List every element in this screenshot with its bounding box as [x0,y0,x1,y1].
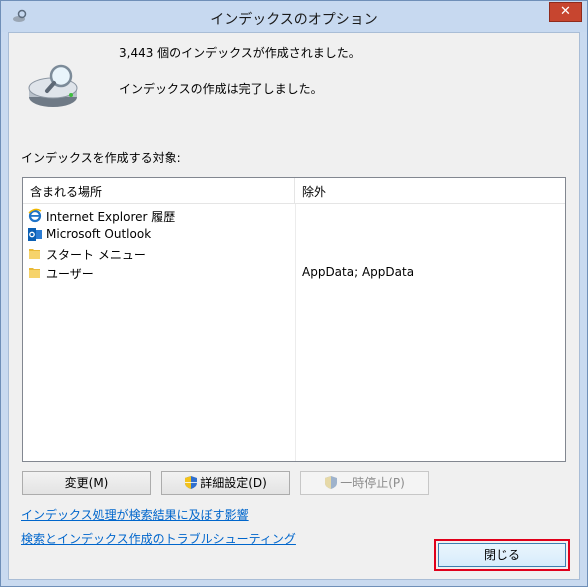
index-locations-list[interactable]: 含まれる場所 除外 Internet Explorer 履歴 Microsoft… [22,177,566,462]
advanced-button-label: 詳細設定(D) [200,476,267,490]
list-item[interactable]: Internet Explorer 履歴 [23,206,565,225]
folder-icon [29,249,40,259]
title-bar[interactable]: インデックスのオプション ✕ [1,1,587,32]
window-close-button[interactable]: ✕ [549,2,582,22]
location-name: Internet Explorer 履歴 [46,210,176,224]
indexed-count-text: 3,443 個のインデックスが作成されました。 [119,46,361,60]
location-name: スタート メニュー [46,248,146,262]
list-item[interactable]: ユーザー AppData; AppData [23,263,565,282]
window-title: インデックスのオプション [210,12,378,28]
pause-button: 一時停止(P) [300,471,429,495]
column-header-exclude[interactable]: 除外 [295,178,565,204]
close-button-highlight: 閉じる [434,539,570,571]
location-exclude: AppData; AppData [302,265,415,279]
outlook-icon [28,228,42,241]
column-header-included[interactable]: 含まれる場所 [23,178,295,204]
indexing-complete-text: インデックスの作成は完了しました。 [119,82,323,96]
indexing-options-window: インデックスのオプション ✕ 3,443 個のインデックスが作成されました。 イ… [0,0,588,587]
location-name: ユーザー [46,267,94,281]
list-item[interactable]: Microsoft Outlook [23,225,565,244]
list-item[interactable]: スタート メニュー [23,244,565,263]
uac-shield-icon [185,476,198,489]
dialog-body: 3,443 個のインデックスが作成されました。 インデックスの作成は完了しました… [8,32,580,580]
uac-shield-icon [325,476,338,489]
index-locations-label: インデックスを作成する対象: [21,151,181,165]
list-header: 含まれる場所 除外 [23,178,565,204]
pause-button-label: 一時停止(P) [340,476,405,490]
indexing-status-icon [28,64,78,107]
modify-button[interactable]: 変更(M) [22,471,151,495]
location-name: Microsoft Outlook [46,227,152,241]
internet-explorer-icon [28,208,42,223]
troubleshoot-link[interactable]: 検索とインデックス作成のトラブルシューティング [21,530,296,547]
folder-icon [29,268,40,278]
close-button[interactable]: 閉じる [438,543,566,567]
advanced-button[interactable]: 詳細設定(D) [161,471,290,495]
indexing-effects-link[interactable]: インデックス処理が検索結果に及ぼす影響 [21,506,249,523]
